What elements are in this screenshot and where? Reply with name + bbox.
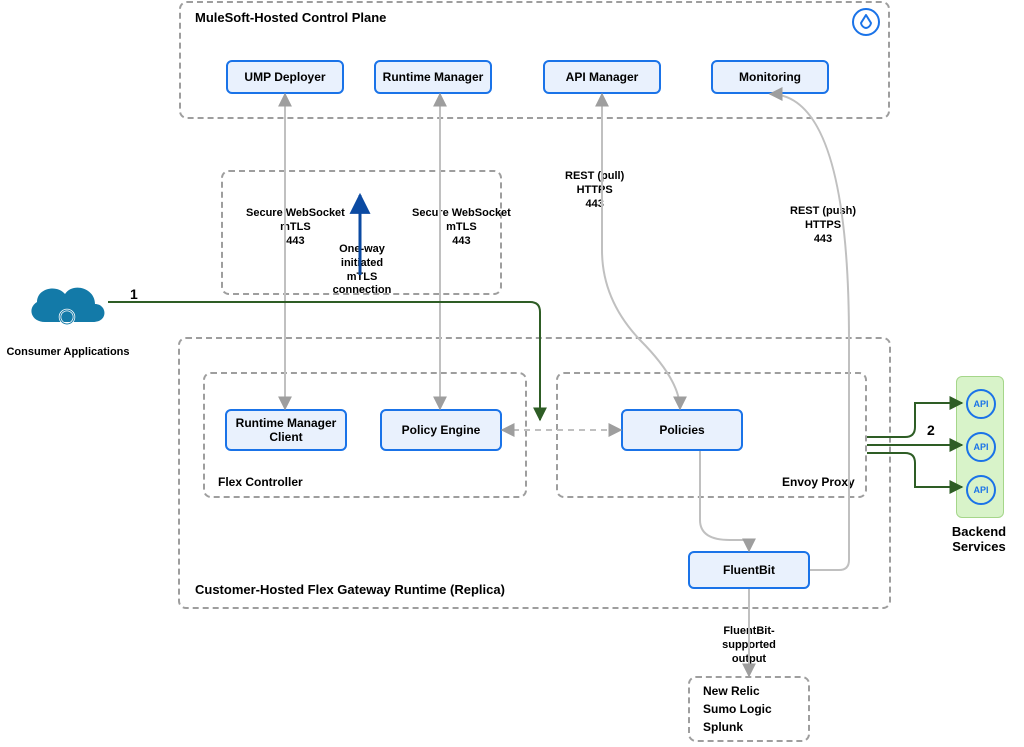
- edge-label-ws-right: Secure WebSocket mTLS 443: [412, 207, 511, 248]
- consumer-label: Consumer Applications: [3, 346, 133, 358]
- backend-label: Backend Services: [949, 524, 1009, 554]
- flow-number-2: 2: [927, 422, 935, 438]
- edge-label-rest-push: REST (push) HTTPS 443: [790, 205, 856, 246]
- api-icon-3: API: [966, 475, 996, 505]
- runtime-plane-label: Customer-Hosted Flex Gateway Runtime (Re…: [195, 582, 505, 597]
- edge-label-oneway-mtls: One-way initiated mTLS connection: [322, 243, 402, 298]
- node-api-manager: API Manager: [543, 60, 661, 94]
- sink-sumo: Sumo Logic: [703, 702, 772, 716]
- node-policy-engine: Policy Engine: [380, 409, 502, 451]
- edge-label-rest-pull: REST (pull) HTTPS 443: [565, 170, 624, 211]
- sink-splunk: Splunk: [703, 720, 743, 734]
- node-policies: Policies: [621, 409, 743, 451]
- mulesoft-logo-icon: [852, 8, 880, 41]
- node-fluentbit: FluentBit: [688, 551, 810, 589]
- node-rtm-client: Runtime Manager Client: [225, 409, 347, 451]
- api-icon-1: API: [966, 389, 996, 419]
- node-runtime-manager: Runtime Manager: [374, 60, 492, 94]
- flow-number-1: 1: [130, 286, 138, 302]
- node-ump-deployer: UMP Deployer: [226, 60, 344, 94]
- flex-controller-label: Flex Controller: [218, 475, 303, 489]
- diagram-stage: MuleSoft-Hosted Control Plane UMP Deploy…: [0, 0, 1024, 747]
- control-plane-label: MuleSoft-Hosted Control Plane: [195, 10, 386, 25]
- node-monitoring: Monitoring: [711, 60, 829, 94]
- consumer-user-icon: [52, 308, 82, 349]
- envoy-proxy-label: Envoy Proxy: [782, 475, 855, 489]
- api-icon-2: API: [966, 432, 996, 462]
- sink-newrelic: New Relic: [703, 684, 760, 698]
- edge-label-fluent-out: FluentBit-supported output: [698, 625, 800, 666]
